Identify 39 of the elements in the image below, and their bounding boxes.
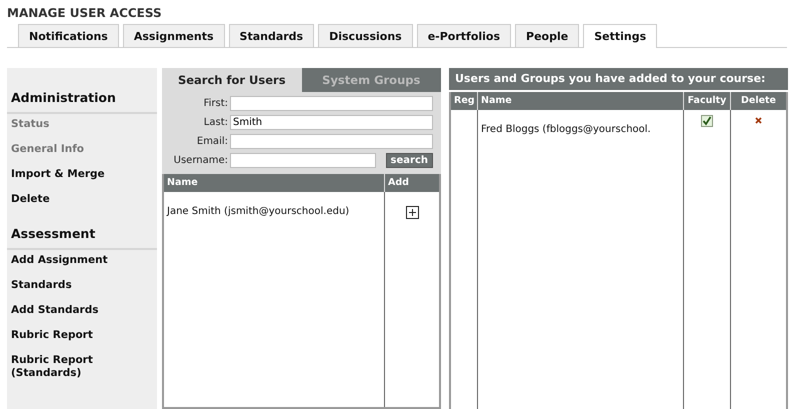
sidebar-link[interactable]: Import & Merge xyxy=(7,168,157,181)
field-label: First: xyxy=(202,98,228,109)
column-header: Reg xyxy=(451,92,478,110)
sidebar-link[interactable]: Add Assignment xyxy=(7,254,157,267)
input-field[interactable] xyxy=(230,134,433,149)
field-label: Last: xyxy=(202,117,228,128)
column-header: Name xyxy=(478,92,684,110)
column-header: Name xyxy=(164,174,385,192)
sidebar-link[interactable]: Delete xyxy=(7,193,157,206)
tab[interactable]: Notifications xyxy=(18,24,119,47)
field-label: Email: xyxy=(196,136,228,147)
panel-header: Users and Groups you have added to your course: xyxy=(449,68,788,90)
tab[interactable]: Assignments xyxy=(122,24,225,47)
sidebar-link[interactable]: Add Standards xyxy=(7,304,157,317)
search-button[interactable]: search xyxy=(386,153,433,168)
page-title: MANAGE USER ACCESS xyxy=(7,6,163,22)
input-field[interactable]: Smith xyxy=(230,115,433,130)
tab[interactable]: Settings xyxy=(583,24,658,48)
column-header: Add xyxy=(385,174,439,192)
table-cell: Jane Smith (jsmith@yourschool.edu) xyxy=(164,192,385,407)
checkbox-checked-icon[interactable] xyxy=(701,115,713,127)
input-field[interactable] xyxy=(230,96,433,111)
tab[interactable]: People xyxy=(515,24,580,47)
column-header: Faculty xyxy=(684,92,731,110)
tab[interactable]: e-Portfolios xyxy=(416,24,512,47)
table-cell: Fred Bloggs (fbloggs@yourschool. xyxy=(478,110,684,409)
column-header: Delete xyxy=(731,92,786,110)
add-icon[interactable] xyxy=(406,206,418,219)
sidebar-link[interactable]: Rubric Report (Standards) xyxy=(7,354,157,380)
sidebar-link[interactable]: Rubric Report xyxy=(7,329,157,342)
field-label: Username: xyxy=(172,155,228,166)
delete-icon[interactable] xyxy=(755,117,762,124)
section-heading: Administration xyxy=(7,90,157,114)
tab[interactable]: Standards xyxy=(228,24,314,47)
panel-tab[interactable]: Search for Users xyxy=(162,68,302,92)
sidebar-link[interactable]: Standards xyxy=(7,279,157,292)
input-field[interactable] xyxy=(230,153,376,168)
tab[interactable]: Discussions xyxy=(318,24,413,47)
section-heading: Assessment xyxy=(7,226,157,250)
